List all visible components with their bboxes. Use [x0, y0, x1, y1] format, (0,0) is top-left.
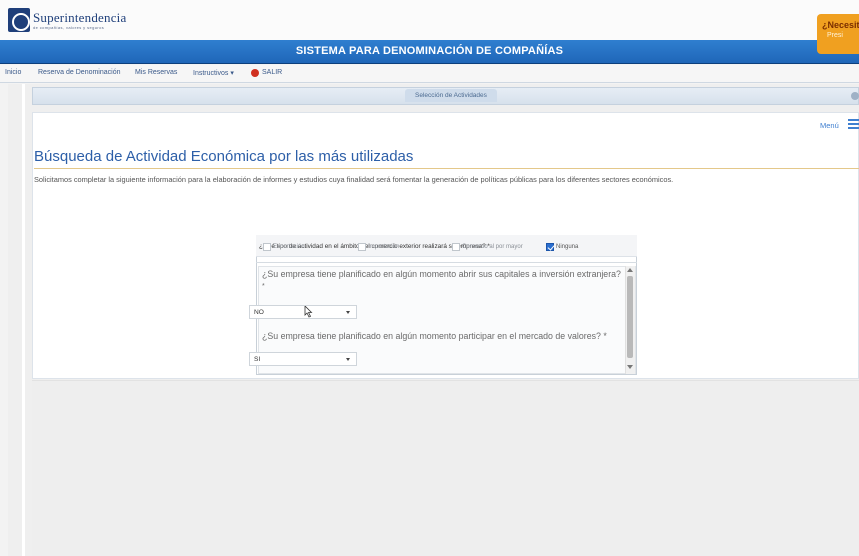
checkbox-ninguna[interactable]: [546, 243, 554, 251]
left-border-strip: [22, 84, 25, 556]
power-icon: [251, 69, 259, 77]
checkbox-label-exportacion: Exportación: [273, 244, 305, 250]
logo-icon: [8, 8, 30, 32]
q3-select-value: SI: [254, 356, 261, 363]
logo-subtext: de compañías, valores y seguros: [33, 25, 105, 30]
checkbox-comercio-mayor[interactable]: [452, 243, 460, 251]
title-divider: [34, 168, 859, 169]
q3-select[interactable]: SI: [249, 352, 357, 366]
scrollbar-thumb[interactable]: [627, 276, 633, 358]
nav-item-salir[interactable]: SALIR: [262, 69, 282, 76]
nav-item-reserva[interactable]: Reserva de Denominación: [38, 69, 121, 76]
checkbox-label-ninguna: Ninguna: [556, 244, 579, 250]
app-window: Superintendencia de compañías, valores y…: [0, 0, 859, 556]
mouse-cursor-icon: [304, 306, 313, 318]
help-title: ¿Necesita: [822, 20, 859, 30]
tab-close-icon[interactable]: [851, 92, 859, 100]
scroll-up-icon[interactable]: [627, 268, 633, 272]
help-subtitle: Presi: [827, 32, 843, 39]
q2-required-mark: *: [262, 283, 265, 290]
tab-seleccion-actividades[interactable]: Selección de Actividades: [405, 89, 497, 102]
empty-page-area: [32, 380, 859, 556]
checkbox-label-importacion: Importación: [368, 244, 400, 250]
q3-label: ¿Su empresa tiene planificado en algún m…: [262, 331, 607, 341]
form-divider: [256, 262, 637, 263]
checkbox-label-comercio-mayor: Comercio al por mayor: [462, 244, 523, 250]
q2-label: ¿Su empresa tiene planificado en algún m…: [262, 269, 621, 279]
chevron-down-icon: [346, 311, 350, 314]
menu-link[interactable]: Menú: [820, 121, 839, 130]
title-bar: SISTEMA PARA DENOMINACIÓN DE COMPAÑÍAS: [0, 40, 859, 64]
app-title: SISTEMA PARA DENOMINACIÓN DE COMPAÑÍAS: [295, 45, 564, 57]
chevron-down-icon: [346, 358, 350, 361]
intro-text: Solicitamos completar la siguiente infor…: [34, 175, 674, 184]
nav-item-mis-reservas[interactable]: Mis Reservas: [135, 69, 177, 76]
help-button[interactable]: ¿Necesita Presi: [817, 14, 859, 54]
q2-select-value: NO: [254, 309, 264, 316]
nav-item-inicio[interactable]: Inicio: [5, 69, 21, 76]
header-logo-bar: Superintendencia de compañías, valores y…: [0, 0, 859, 40]
page-title: Búsqueda de Actividad Económica por las …: [34, 148, 414, 165]
logo-text: Superintendencia: [33, 10, 127, 25]
grid-menu-icon[interactable]: [848, 119, 859, 130]
scroll-down-icon[interactable]: [627, 365, 633, 369]
checkbox-exportacion[interactable]: [263, 243, 271, 251]
checkbox-importacion[interactable]: [358, 243, 366, 251]
q2-select[interactable]: NO: [249, 305, 357, 319]
nav-menu: Inicio Reserva de Denominación Mis Reser…: [0, 65, 859, 83]
nav-item-instructivos[interactable]: Instructivos ▾: [193, 69, 234, 77]
